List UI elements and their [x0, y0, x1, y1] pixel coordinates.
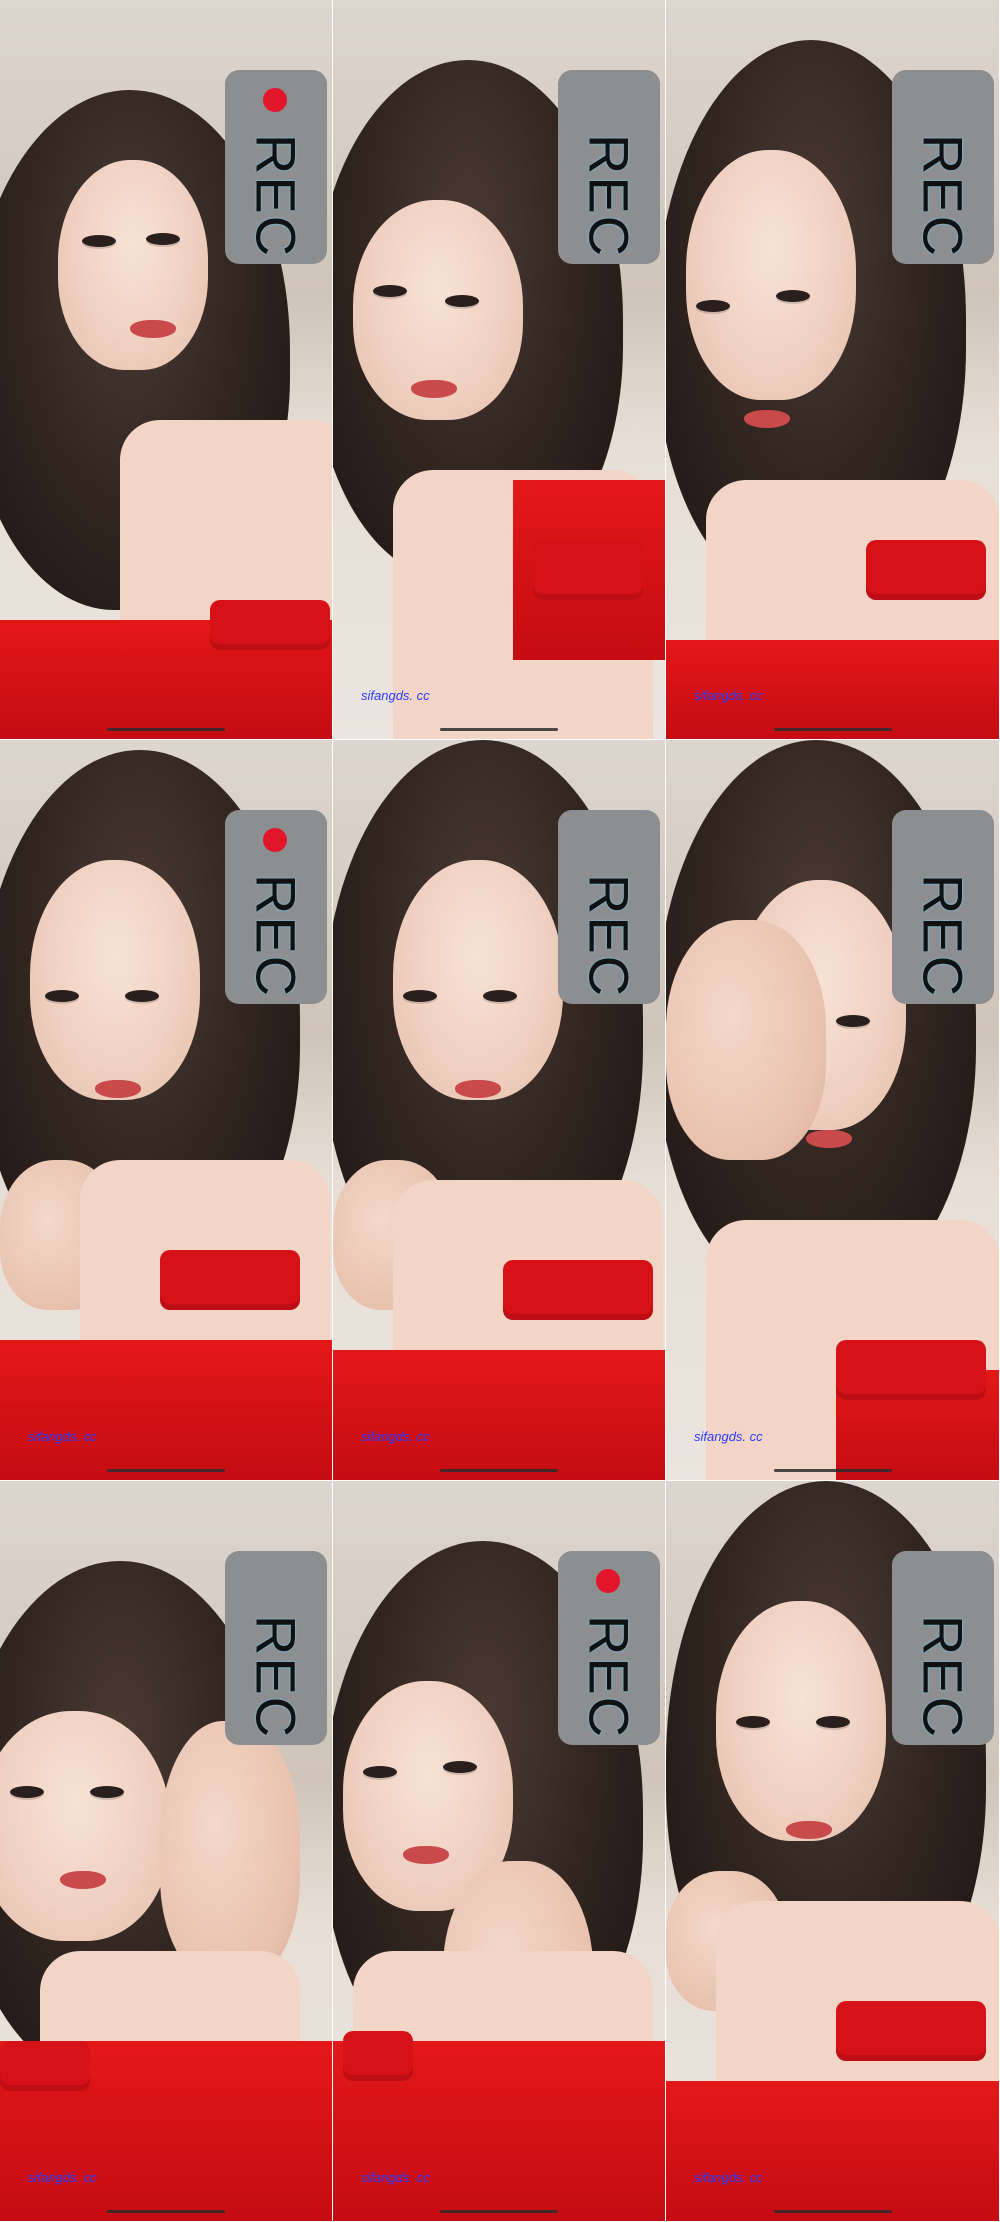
mouth — [744, 410, 790, 428]
frame-2: REC sifangds. cc — [333, 0, 666, 740]
rec-badge: REC — [558, 70, 660, 264]
rec-label: REC — [911, 1614, 975, 1740]
record-dot-icon — [596, 1569, 620, 1593]
frame-4: REC sifangds. cc — [0, 740, 333, 1481]
red-bow — [210, 600, 330, 650]
rec-badge: REC — [558, 1551, 660, 1745]
rec-label: REC — [244, 873, 308, 999]
left-eye — [363, 1766, 397, 1778]
left-eye — [736, 1716, 770, 1728]
face — [393, 860, 563, 1100]
rec-label: REC — [244, 133, 308, 259]
right-eye — [125, 990, 159, 1002]
frame-5: REC sifangds. cc — [333, 740, 666, 1481]
home-indicator — [107, 2210, 225, 2213]
rec-badge: REC — [892, 1551, 994, 1745]
watermark: sifangds. cc — [28, 2170, 97, 2185]
video-frame-grid: REC REC sifangds. cc REC sifangds. cc RE… — [0, 0, 1000, 2222]
right-eye — [445, 295, 479, 307]
rec-label: REC — [911, 873, 975, 999]
frame-9: REC sifangds. cc — [666, 1481, 1000, 2222]
mouth — [455, 1080, 501, 1098]
right-eye — [90, 1786, 124, 1798]
red-bow — [836, 1340, 986, 1400]
mouth — [403, 1846, 449, 1864]
watermark: sifangds. cc — [694, 1429, 763, 1444]
hand — [160, 1721, 300, 1981]
home-indicator — [107, 1469, 225, 1472]
red-dress — [666, 2081, 999, 2221]
home-indicator — [773, 2210, 892, 2213]
right-eye — [816, 1716, 850, 1728]
red-bow — [533, 540, 643, 600]
frame-1: REC — [0, 0, 333, 740]
rec-label: REC — [577, 133, 641, 259]
red-bow — [160, 1250, 300, 1310]
face — [0, 1711, 170, 1941]
red-bow — [866, 540, 986, 600]
red-bow — [0, 2041, 90, 2091]
red-bow — [836, 2001, 986, 2061]
right-eye — [483, 990, 517, 1002]
mouth — [806, 1130, 852, 1148]
frame-7: REC sifangds. cc — [0, 1481, 333, 2222]
home-indicator — [440, 1469, 558, 1472]
hand — [666, 920, 826, 1160]
red-bow — [503, 1260, 653, 1320]
watermark: sifangds. cc — [694, 688, 763, 703]
right-eye — [776, 290, 810, 302]
rec-label: REC — [244, 1614, 308, 1740]
red-dress — [333, 1350, 665, 1480]
rec-label: REC — [911, 133, 975, 259]
rec-badge: REC — [225, 1551, 327, 1745]
mouth — [411, 380, 457, 398]
watermark: sifangds. cc — [28, 1429, 97, 1444]
watermark: sifangds. cc — [361, 2170, 430, 2185]
watermark: sifangds. cc — [361, 1429, 430, 1444]
rec-badge: REC — [892, 70, 994, 264]
mouth — [786, 1821, 832, 1839]
home-indicator — [440, 2210, 558, 2213]
red-bow — [343, 2031, 413, 2081]
rec-label: REC — [577, 873, 641, 999]
rec-badge: REC — [225, 810, 327, 1004]
watermark: sifangds. cc — [694, 2170, 763, 2185]
home-indicator — [440, 728, 558, 731]
record-dot-icon — [263, 88, 287, 112]
rec-badge: REC — [892, 810, 994, 1004]
frame-8: REC sifangds. cc — [333, 1481, 666, 2222]
left-eye — [696, 300, 730, 312]
right-eye — [146, 233, 180, 245]
frame-3: REC sifangds. cc — [666, 0, 1000, 740]
rec-label: REC — [577, 1614, 641, 1740]
mouth — [60, 1871, 106, 1889]
home-indicator — [773, 728, 892, 731]
red-dress — [0, 1340, 332, 1480]
record-dot-icon — [263, 828, 287, 852]
left-eye — [10, 1786, 44, 1798]
watermark: sifangds. cc — [361, 688, 430, 703]
face — [30, 860, 200, 1100]
left-eye — [45, 990, 79, 1002]
left-eye — [403, 990, 437, 1002]
mouth — [130, 320, 176, 338]
face — [686, 150, 856, 400]
rec-badge: REC — [225, 70, 327, 264]
home-indicator — [107, 728, 225, 731]
left-eye — [373, 285, 407, 297]
mouth — [95, 1080, 141, 1098]
face — [58, 160, 208, 370]
right-eye — [836, 1015, 870, 1027]
right-eye — [443, 1761, 477, 1773]
left-eye — [82, 235, 116, 247]
frame-6: REC sifangds. cc — [666, 740, 1000, 1481]
rec-badge: REC — [558, 810, 660, 1004]
home-indicator — [773, 1469, 892, 1472]
